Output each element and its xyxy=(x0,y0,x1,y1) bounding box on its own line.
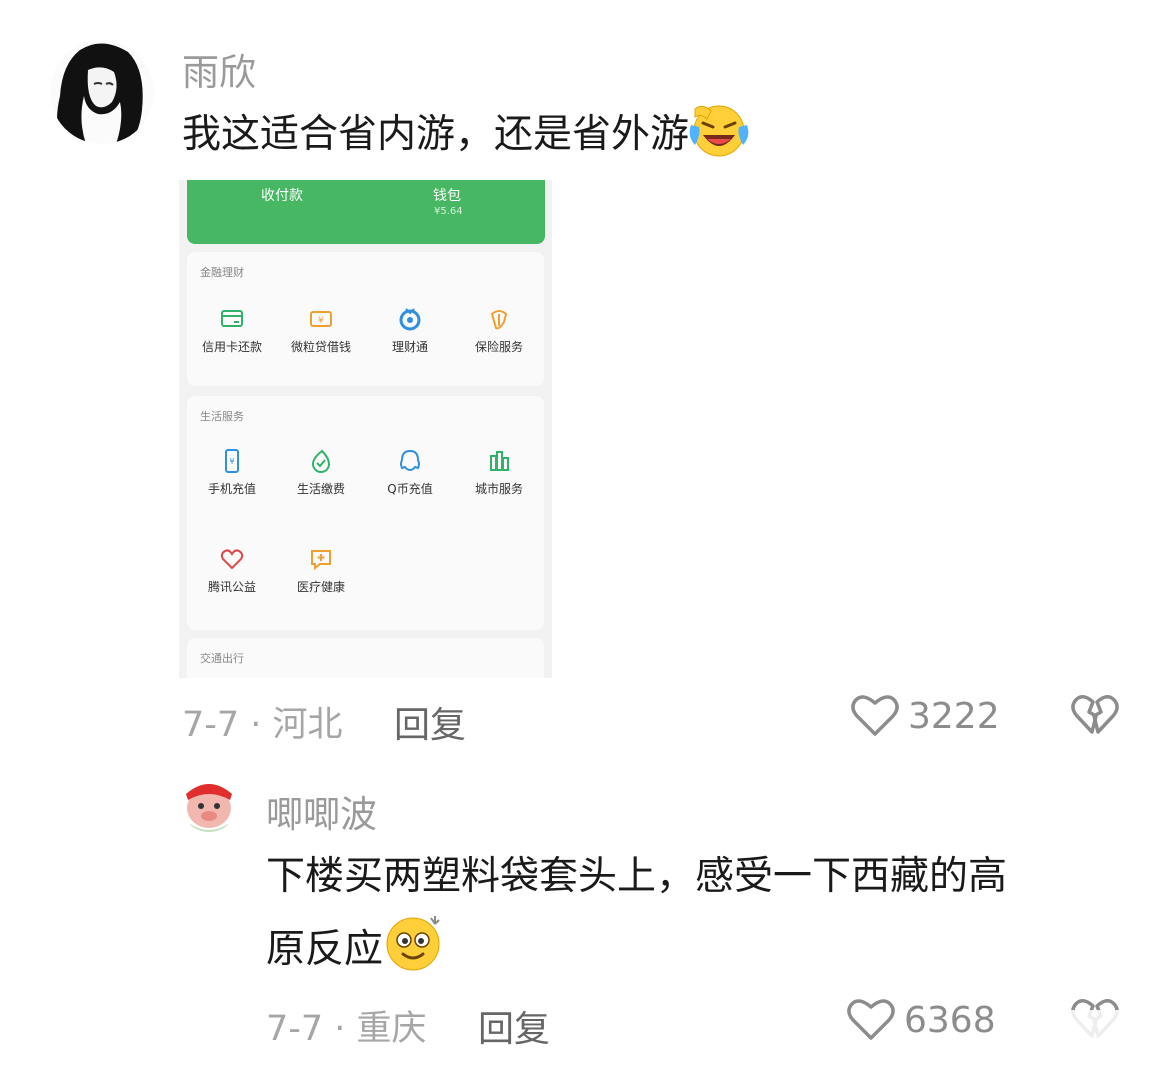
comment-date-location: 7-7 · 重庆 xyxy=(266,1009,427,1049)
service-label: 医疗健康 xyxy=(296,580,345,594)
attached-screenshot[interactable]: 收付款 钱包 ¥5.64 金融理财 信用卡还款 ¥ 微粒贷借钱 理财通 保险服务… xyxy=(179,180,552,678)
pay-label: 收付款 xyxy=(261,188,303,204)
service-insurance[interactable]: 保险服务 xyxy=(454,306,544,355)
insurance-icon xyxy=(486,306,512,332)
wallet-balance: ¥5.64 xyxy=(434,206,463,217)
medical-icon xyxy=(308,546,334,572)
service-charity[interactable]: 腾讯公益 xyxy=(187,546,277,595)
reply-button[interactable]: 回复 xyxy=(394,696,466,748)
service-label: 保险服务 xyxy=(474,340,523,354)
service-medical[interactable]: 医疗健康 xyxy=(276,546,366,595)
comment-date-location: 7-7 · 河北 xyxy=(182,705,343,745)
heart-icon[interactable] xyxy=(850,692,902,740)
wallet-header: 收付款 钱包 ¥5.64 xyxy=(187,180,545,244)
comment-text-body: 我这适合省内游，还是省外游 xyxy=(182,112,690,157)
charity-icon xyxy=(219,546,245,572)
broken-heart-icon[interactable] xyxy=(1070,692,1122,740)
heart-icon[interactable] xyxy=(846,996,898,1044)
life-card: 生活服务 ¥ 手机充值 生活缴费 Q币充值 城市服务 腾讯公益 医疗健康 xyxy=(187,396,544,630)
wallet-label: 钱包 xyxy=(433,188,461,204)
wealth-icon xyxy=(397,306,423,332)
comment-text: 我这适合省内游，还是省外游 xyxy=(182,100,749,180)
svg-text:¥: ¥ xyxy=(229,457,234,466)
laughing-tears-emoji-icon xyxy=(689,101,749,180)
bill-icon xyxy=(308,448,334,474)
service-label: 生活缴费 xyxy=(296,482,345,496)
service-phone[interactable]: ¥ 手机充值 xyxy=(187,448,277,497)
username[interactable]: 雨欣 xyxy=(182,42,256,96)
phone-icon: ¥ xyxy=(219,448,245,474)
qq-icon xyxy=(397,448,423,474)
service-credit-card[interactable]: 信用卡还款 xyxy=(187,306,277,355)
transport-title: 交通出行 xyxy=(200,652,244,665)
service-label: 理财通 xyxy=(391,340,428,354)
loan-icon: ¥ xyxy=(308,306,334,332)
city-icon xyxy=(486,448,512,474)
service-label: Q币充值 xyxy=(387,482,433,496)
comment-text: 原反应 xyxy=(266,914,445,995)
service-label: 腾讯公益 xyxy=(207,580,256,594)
avatar[interactable] xyxy=(50,40,154,144)
service-city[interactable]: 城市服务 xyxy=(454,448,544,497)
reply-button[interactable]: 回复 xyxy=(478,1000,550,1052)
svg-text:¥: ¥ xyxy=(318,316,324,326)
service-wealth[interactable]: 理财通 xyxy=(365,306,455,355)
card-icon xyxy=(219,306,245,332)
life-title: 生活服务 xyxy=(200,410,244,423)
service-bill[interactable]: 生活缴费 xyxy=(276,448,366,497)
service-label: 手机充值 xyxy=(207,482,256,496)
service-label: 微粒贷借钱 xyxy=(290,340,351,354)
like-count: 3222 xyxy=(908,696,1000,737)
like-count: 6368 xyxy=(904,1000,996,1041)
username[interactable]: 唧唧波 xyxy=(266,784,377,838)
watermark-overlay xyxy=(1026,1010,1164,1072)
finance-card: 金融理财 信用卡还款 ¥ 微粒贷借钱 理财通 保险服务 xyxy=(187,252,544,386)
service-label: 信用卡还款 xyxy=(201,340,262,354)
avatar[interactable] xyxy=(180,774,238,832)
comment-text-body: 原反应 xyxy=(266,927,384,972)
service-qcoin[interactable]: Q币充值 xyxy=(365,448,455,497)
comment-text: 下楼买两塑料袋套头上，感受一下西藏的高 xyxy=(266,854,1008,899)
finance-title: 金融理财 xyxy=(200,266,244,279)
transport-card: 交通出行 xyxy=(187,638,544,678)
dizzy-smile-emoji-icon xyxy=(383,914,445,995)
service-label: 城市服务 xyxy=(474,482,523,496)
service-loan[interactable]: ¥ 微粒贷借钱 xyxy=(276,306,366,355)
